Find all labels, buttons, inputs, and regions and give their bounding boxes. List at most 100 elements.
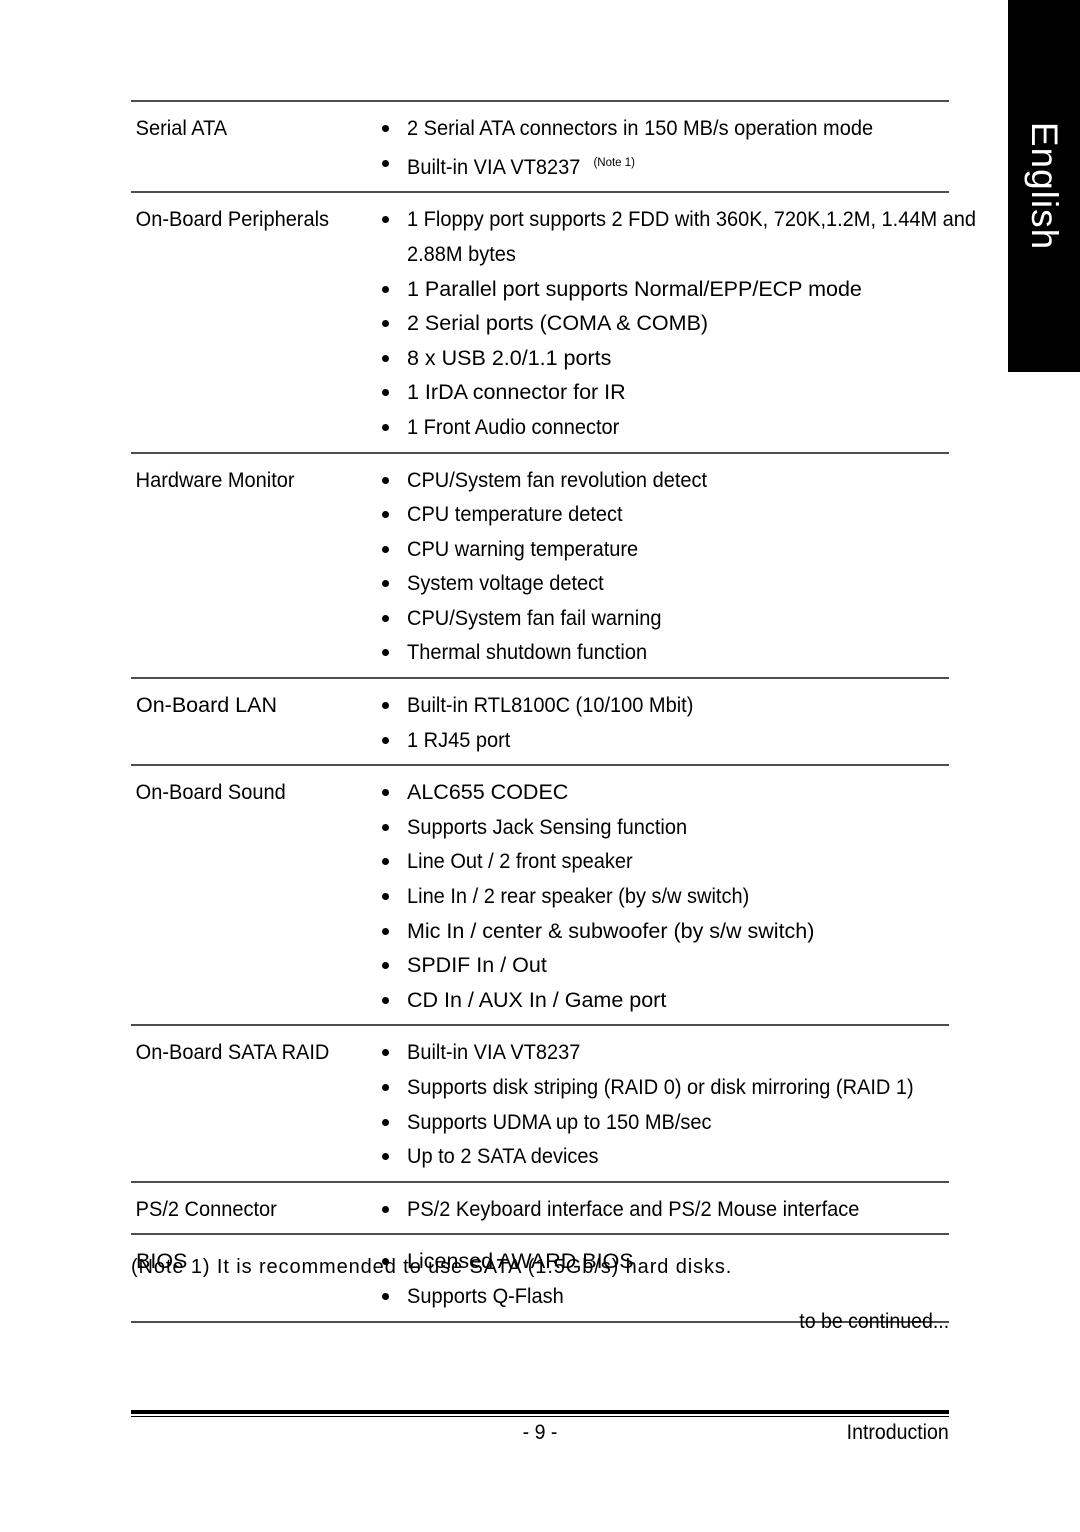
table-row-inner: On-Board SATA RAID Built-in VIA VT8237 Sup… [131,1026,949,1180]
spec-item-list: 1 Floppy port supports 2 FDD with 360K, … [376,202,976,444]
bullet-icon [382,858,389,866]
spec-bullet-item: Thermal shutdown function [376,635,949,670]
bullet-icon [382,216,389,224]
spec-bullet-text: Mic In / center & subwoofer (by s/w swit… [407,918,815,943]
spec-bullet-text: Line Out / 2 front speaker [407,849,633,874]
bullet-icon [382,1153,389,1161]
bullet-icon [382,511,389,519]
spec-bullet-item: Supports UDMA up to 150 MB/sec [376,1105,949,1140]
spec-bullet-text: Built-in VIA VT8237 [407,1040,581,1065]
spec-bullet-item: 2 Serial ports (COMA & COMB) [376,306,949,341]
page-footer: - 9 - Introduction [131,1410,949,1455]
bullet-icon [382,789,389,797]
spec-bullet-item: Line In / 2 rear speaker (by s/w switch) [376,879,949,914]
spec-item-list: CPU/System fan revolution detect CPU temp… [376,463,949,671]
table-row: On-Board Peripherals 1 Floppy port suppor… [131,191,976,451]
bullet-icon [382,320,389,328]
bullet-icon [382,1118,389,1126]
spec-bullet-text: CPU/System fan revolution detect [407,467,708,492]
bullet-icon [382,649,389,657]
spec-bullet-item: Built-in VIA VT8237 (Note 1) [376,146,949,185]
spec-bullet-text: ALC655 CODEC [407,780,569,805]
footer-row: - 9 - Introduction [131,1421,949,1455]
spec-item-list: Built-in VIA VT8237 Supports disk stripin… [376,1035,949,1173]
spec-bullet-item: Up to 2 SATA devices [376,1139,949,1174]
table-row: Hardware Monitor CPU/System fan revolutio… [131,451,949,678]
spec-bullet-item: Supports disk striping (RAID 0) or disk … [376,1070,949,1105]
spec-category-label: On-Board LAN [136,693,278,718]
footnote-note-1: (Note 1) It is recommended to use SATA (… [131,1256,733,1278]
bullet-icon [382,580,389,588]
bullet-icon [382,476,389,484]
table-row: PS/2 Connector PS/2 Keyboard interface an… [131,1180,949,1234]
bullet-icon [382,614,389,622]
spec-category-label: PS/2 Connector [135,1196,277,1221]
bullet-icon [382,1049,389,1057]
table-row: Serial ATA 2 Serial ATA connectors in 150… [131,100,949,191]
spec-bullet-text: 2 Serial ATA connectors in 150 MB/s oper… [407,116,874,140]
spec-bullet-item: 2 Serial ATA connectors in 150 MB/s oper… [376,111,949,146]
spec-bullet-text: Supports UDMA up to 150 MB/sec [407,1109,712,1134]
spec-bullet-text: 1 Parallel port supports Normal/EPP/ECP … [407,276,862,301]
language-tab-label: English [1024,121,1065,251]
bullet-icon [382,702,389,710]
bullet-icon [382,1292,389,1300]
spec-bullet-text: CD In / AUX In / Game port [407,987,667,1012]
spec-category-label: On-Board SATA RAID [135,1040,330,1065]
spec-category-label: On-Board Sound [135,780,286,805]
note-superscript: (Note 1) [593,156,635,169]
spec-bullet-text: 1 RJ45 port [407,727,511,752]
spec-category-label: On-Board Peripherals [135,207,330,232]
spec-bullet-item: Built-in RTL8100C (10/100 Mbit) [376,688,949,723]
spec-category-label: Hardware Monitor [135,467,295,492]
spec-bullet-text: PS/2 Keyboard interface and PS/2 Mouse i… [407,1196,860,1221]
spec-bullet-item: ALC655 CODEC [376,775,949,810]
spec-bullet-text: Supports disk striping (RAID 0) or disk … [407,1075,914,1099]
spec-bullet-text: SPDIF In / Out [407,953,547,978]
bullet-icon [382,389,389,397]
spec-bullet-item: 1 Parallel port supports Normal/EPP/ECP … [376,272,949,307]
spec-bullet-item: 8 x USB 2.0/1.1 ports [376,341,949,376]
spec-bullet-text: System voltage detect [407,571,604,596]
bullet-icon [382,423,389,431]
spec-bullet-item: CPU warning temperature [376,532,949,567]
spec-bullet-text: Built-in RTL8100C (10/100 Mbit) [407,693,694,718]
spec-bullet-text: Supports Jack Sensing function [407,814,688,839]
spec-bullet-text: Built-in VIA VT8237 [407,154,581,179]
specification-table: Serial ATA 2 Serial ATA connectors in 150… [131,100,976,1323]
spec-item-list: ALC655 CODEC Supports Jack Sensing functi… [376,775,949,1017]
spec-bullet-text: 1 IrDA connector for IR [407,380,626,405]
bullet-icon [382,1205,389,1213]
spec-bullet-item: Built-in VIA VT8237 [376,1035,949,1070]
language-tab: English [1008,0,1080,372]
table-row: On-Board LAN Built-in RTL8100C (10/100 Mb… [131,677,949,764]
bullet-icon [382,927,389,935]
spec-bullet-item: 1 RJ45 port [376,723,949,758]
bullet-icon [382,285,389,293]
table-row: On-Board Sound ALC655 CODEC Supports Jack … [131,764,949,1024]
spec-bullet-item: CPU/System fan fail warning [376,601,949,636]
footer-rule-thick [131,1410,949,1414]
spec-item-list: PS/2 Keyboard interface and PS/2 Mouse i… [376,1192,949,1227]
spec-bullet-item: Line Out / 2 front speaker [376,844,949,879]
bullet-icon [382,545,389,553]
table-row-inner: On-Board Sound ALC655 CODEC Supports Jack … [131,766,949,1024]
spec-bullet-text: CPU/System fan fail warning [407,605,662,630]
table-row-inner: Hardware Monitor CPU/System fan revolutio… [131,454,949,678]
spec-bullet-item: Mic In / center & subwoofer (by s/w swit… [376,914,949,949]
bullet-icon [382,962,389,970]
table-row-inner: On-Board Peripherals 1 Floppy port suppor… [131,193,976,451]
footer-rule-thin [131,1416,949,1417]
spec-bullet-text: Up to 2 SATA devices [407,1144,599,1169]
spec-bullet-item: SPDIF In / Out [376,948,949,983]
spec-bullet-item: 1 Floppy port supports 2 FDD with 360K, … [376,202,976,271]
spec-bullet-item: 1 IrDA connector for IR [376,375,949,410]
spec-bullet-text: 2 Serial ports (COMA & COMB) [407,311,709,336]
spec-bullet-item: Supports Jack Sensing function [376,810,949,845]
bullet-icon [382,1084,389,1091]
spec-bullet-text: 1 Front Audio connector [407,414,620,439]
spec-bullet-item: Supports Q-Flash [376,1279,949,1314]
spec-bullet-text: Thermal shutdown function [407,640,648,665]
spec-bullet-item: PS/2 Keyboard interface and PS/2 Mouse i… [376,1192,949,1227]
spec-item-list: Built-in RTL8100C (10/100 Mbit) 1 RJ45 po… [376,688,949,757]
